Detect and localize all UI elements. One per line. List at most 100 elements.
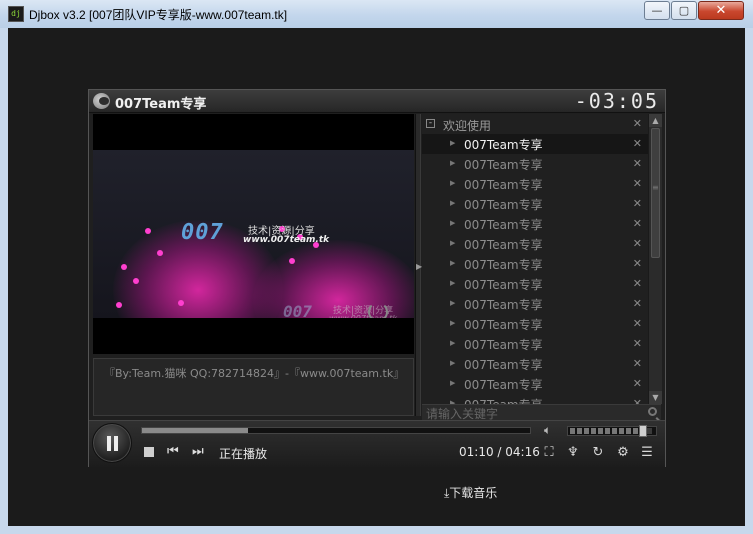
particle bbox=[121, 264, 127, 270]
volume-segment bbox=[584, 428, 589, 434]
stop-icon[interactable] bbox=[144, 447, 154, 457]
expand-arrow-icon: ▶ bbox=[450, 199, 456, 207]
remove-icon[interactable]: ✕ bbox=[633, 337, 642, 350]
close-button[interactable]: ✕ bbox=[698, 1, 744, 20]
minimize-button[interactable]: — bbox=[644, 1, 670, 20]
volume-segment bbox=[633, 428, 638, 434]
particle bbox=[145, 228, 151, 234]
next-icon[interactable]: ⏭︎ bbox=[192, 445, 204, 459]
remove-icon[interactable]: ✕ bbox=[633, 357, 642, 370]
playlist-item[interactable]: ▶ 007Team专享 ✕ bbox=[422, 234, 648, 254]
playlist-item-name: 007Team专享 bbox=[464, 358, 543, 372]
playlist-item[interactable]: ▶ 007Team专享 ✕ bbox=[422, 134, 648, 154]
logo-icon bbox=[93, 93, 110, 109]
repeat-icon[interactable]: ↻ bbox=[590, 445, 606, 460]
playlist-item[interactable]: ▶ 007Team专享 ✕ bbox=[422, 254, 648, 274]
expand-arrow-icon: ▶ bbox=[450, 239, 456, 247]
playlist-item[interactable]: ▶007Team专享✕ bbox=[422, 154, 648, 174]
volume-segment bbox=[612, 428, 617, 434]
volume-segment bbox=[591, 428, 596, 434]
volume-segment bbox=[598, 428, 603, 434]
playlist-item[interactable]: ▶007Team专享✕ bbox=[422, 194, 648, 214]
pause-button[interactable] bbox=[92, 423, 132, 463]
expand-arrow-icon: ▶ bbox=[450, 379, 456, 387]
window-border-bottom bbox=[0, 526, 753, 534]
video-watermark-logo: 007 bbox=[283, 302, 312, 318]
playlist-icon[interactable]: ☰ bbox=[639, 445, 655, 460]
search-icon[interactable] bbox=[648, 407, 657, 416]
particle bbox=[133, 278, 139, 284]
remove-icon[interactable]: ✕ bbox=[633, 157, 642, 170]
playlist-item-name: 007Team专享 bbox=[464, 278, 543, 292]
volume-icon[interactable]: 🔈︎ bbox=[544, 423, 551, 438]
playlist-item-name: 007Team专享 bbox=[464, 238, 543, 252]
remove-icon[interactable]: ✕ bbox=[633, 237, 642, 250]
playlist-item[interactable]: ▶007Team专享✕ bbox=[422, 274, 648, 294]
playlist-item[interactable]: ▶007Team专享✕ bbox=[422, 314, 648, 334]
expand-arrow-icon: ▶ bbox=[450, 299, 456, 307]
playlist-group-label: 欢迎使用 bbox=[443, 119, 492, 133]
playlist-item-name: 007Team专享 bbox=[464, 258, 543, 272]
window-titlebar[interactable]: dj Djbox v3.2 [007团队VIP专享版-www.007team.t… bbox=[0, 0, 753, 28]
remove-icon[interactable]: ✕ bbox=[633, 177, 642, 190]
remove-icon[interactable]: ✕ bbox=[633, 277, 642, 290]
scroll-up-icon[interactable]: ▲ bbox=[649, 114, 662, 127]
playlist-item-name: 007Team专享 bbox=[464, 158, 543, 172]
video-url: www.007team.tk bbox=[243, 235, 330, 245]
playlist-item-name: 007Team专享 bbox=[464, 338, 543, 352]
download-link[interactable]: ⤓下载音乐 bbox=[444, 484, 497, 501]
playlist-item[interactable]: ▶ 007Team专享 ✕ bbox=[422, 374, 648, 394]
playlist-item[interactable]: ▶007Team专享✕ bbox=[422, 174, 648, 194]
volume-segment bbox=[605, 428, 610, 434]
remove-icon[interactable]: ✕ bbox=[633, 397, 642, 404]
mode-icon[interactable]: ♆ bbox=[565, 445, 581, 460]
client-area: 007Team专享 -03:05 007 技术|资源|分享 www.007tea… bbox=[8, 28, 745, 526]
playlist-item-name: 007Team专享 bbox=[464, 138, 543, 152]
volume-segment bbox=[570, 428, 575, 434]
playlist-item-name: 007Team专享 bbox=[464, 378, 543, 392]
progress-fill bbox=[142, 428, 248, 433]
expand-arrow-icon: ▶ bbox=[450, 359, 456, 367]
video-area[interactable]: 007 技术|资源|分享 www.007team.tk 007 技术|资源|分享… bbox=[93, 114, 414, 354]
scroll-thumb[interactable] bbox=[651, 128, 660, 258]
playlist-item[interactable]: ▶007Team专享✕ bbox=[422, 294, 648, 314]
progress-bar[interactable] bbox=[141, 427, 531, 434]
close-icon[interactable]: ✕ bbox=[633, 117, 642, 130]
video-frame: 007 技术|资源|分享 www.007team.tk 007 技术|资源|分享… bbox=[93, 150, 414, 318]
loading-spinner-icon bbox=[368, 302, 388, 318]
pause-icon bbox=[114, 436, 118, 451]
window-border-right bbox=[745, 28, 753, 534]
expand-arrow-icon: ▶ bbox=[450, 339, 456, 347]
scroll-down-icon[interactable]: ▼ bbox=[649, 391, 662, 404]
window-border-left bbox=[0, 28, 8, 534]
remove-icon[interactable]: ✕ bbox=[633, 297, 642, 310]
settings-icon[interactable]: ⚙ bbox=[615, 445, 631, 460]
playlist-item[interactable]: ▶007Team专享✕ bbox=[422, 394, 648, 404]
player-panel: 007Team专享 -03:05 007 技术|资源|分享 www.007tea… bbox=[88, 89, 666, 467]
remove-icon[interactable]: ✕ bbox=[633, 377, 642, 390]
playlist-item[interactable]: ▶ 007Team专享 ✕ bbox=[422, 354, 648, 374]
remove-icon[interactable]: ✕ bbox=[633, 257, 642, 270]
playlist-item[interactable]: ▶ 007Team专享 ✕ bbox=[422, 334, 648, 354]
maximize-button[interactable]: ▢ bbox=[671, 1, 697, 20]
collapse-icon[interactable]: - bbox=[426, 119, 435, 128]
volume-knob[interactable] bbox=[639, 425, 647, 437]
player-header[interactable]: 007Team专享 -03:05 bbox=[89, 90, 665, 113]
volume-slider[interactable] bbox=[567, 425, 657, 437]
fullscreen-icon[interactable]: ⛶ bbox=[541, 445, 557, 460]
expand-arrow-icon: ▶ bbox=[450, 139, 456, 147]
video-logo: 007 bbox=[181, 220, 224, 245]
remove-icon[interactable]: ✕ bbox=[633, 137, 642, 150]
particle bbox=[289, 258, 295, 264]
playback-time: 01:10 / 04:16 bbox=[459, 445, 540, 459]
playlist-item[interactable]: ▶007Team专享✕ bbox=[422, 214, 648, 234]
remove-icon[interactable]: ✕ bbox=[633, 197, 642, 210]
playlist-group-header[interactable]: - 欢迎使用 ✕ bbox=[422, 114, 648, 134]
expand-arrow-icon: ▶ bbox=[450, 219, 456, 227]
playback-status: 正在播放 bbox=[219, 447, 268, 461]
expand-arrow-icon: ▶ bbox=[450, 259, 456, 267]
remove-icon[interactable]: ✕ bbox=[633, 217, 642, 230]
remove-icon[interactable]: ✕ bbox=[633, 317, 642, 330]
playlist-scrollbar[interactable]: ▲ ≡ ▼ bbox=[648, 114, 662, 404]
previous-icon[interactable]: ⏮︎ bbox=[167, 445, 179, 459]
